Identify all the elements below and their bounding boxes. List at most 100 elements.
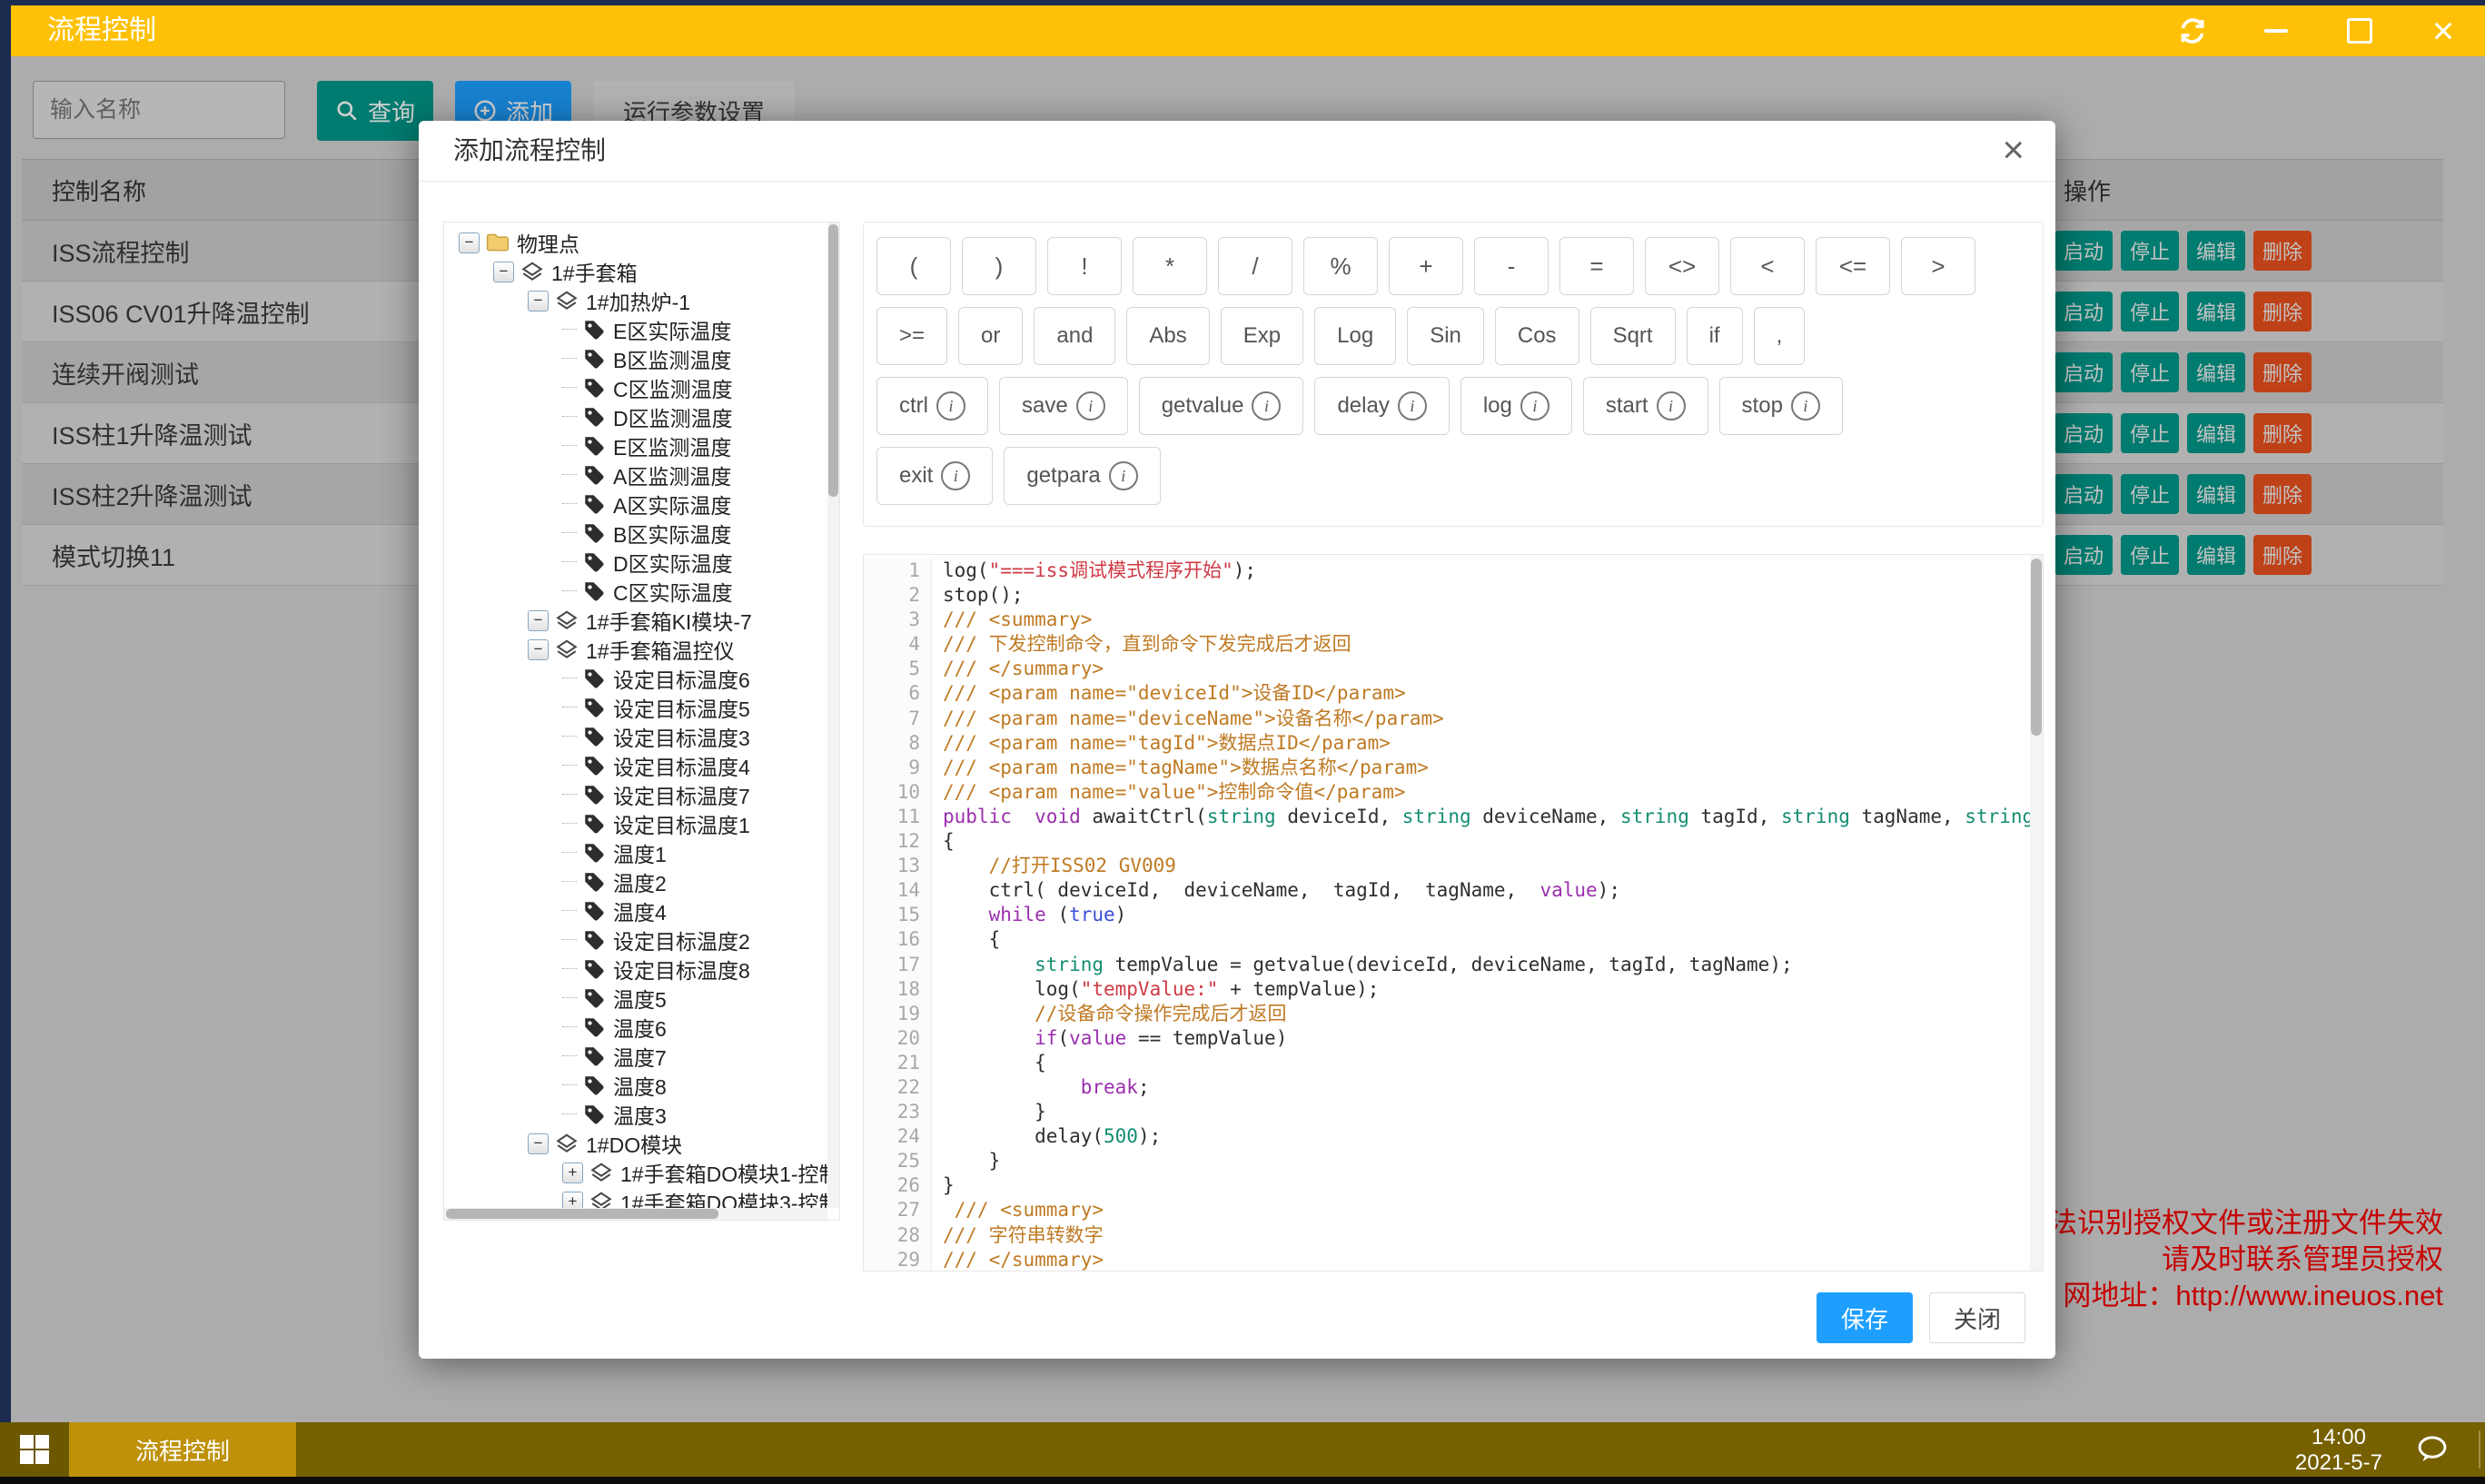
tree-node[interactable]: 设定目标温度3 [453,722,827,751]
row-start-button[interactable]: 启动 [2054,474,2113,514]
tree-node[interactable]: E区实际温度 [453,315,827,344]
tree-node[interactable]: +1#手套箱DO模块1-控制交 [453,1158,827,1187]
operator-button[interactable]: > [1901,237,1975,295]
operator-button[interactable]: savei [999,377,1128,435]
tree-node[interactable]: D区监测温度 [453,402,827,431]
operator-button[interactable]: logi [1460,377,1572,435]
collapse-icon[interactable]: − [493,262,514,282]
operator-button[interactable]: ) [962,237,1036,295]
operator-button[interactable]: getparai [1004,447,1160,505]
tree-node[interactable]: +1#手套箱DO模块3-控制电 [453,1187,827,1208]
scrollbar-thumb[interactable] [2031,559,2042,736]
row-edit-button[interactable]: 编辑 [2187,535,2245,575]
tree-node[interactable]: C区实际温度 [453,577,827,606]
tree-node[interactable]: A区监测温度 [453,460,827,490]
operator-button[interactable]: >= [876,307,947,365]
operator-button[interactable]: < [1730,237,1805,295]
operator-button[interactable]: Sin [1407,307,1484,365]
collapse-icon[interactable]: − [528,639,549,660]
collapse-icon[interactable]: − [528,1133,549,1154]
operator-button[interactable]: <= [1816,237,1890,295]
tree-vertical-scrollbar[interactable] [827,223,839,1208]
row-stop-button[interactable]: 停止 [2121,413,2179,453]
row-stop-button[interactable]: 停止 [2121,474,2179,514]
tree-node[interactable]: 设定目标温度8 [453,955,827,984]
dialog-close-icon[interactable]: × [2002,130,2025,170]
operator-button[interactable]: stopi [1719,377,1843,435]
query-button[interactable]: 查询 [317,81,433,141]
row-del-button[interactable]: 删除 [2253,535,2312,575]
row-stop-button[interactable]: 停止 [2121,292,2179,331]
operator-button[interactable]: delayi [1314,377,1449,435]
row-del-button[interactable]: 删除 [2253,474,2312,514]
row-start-button[interactable]: 启动 [2054,292,2113,331]
tree-node[interactable]: 设定目标温度4 [453,751,827,780]
operator-button[interactable]: , [1754,307,1806,365]
tree-node[interactable]: −1#手套箱温控仪 [453,635,827,664]
tree-horizontal-scrollbar[interactable] [444,1208,827,1220]
expand-icon[interactable]: + [562,1162,583,1183]
operator-button[interactable]: Abs [1126,307,1209,365]
save-button[interactable]: 保存 [1817,1292,1913,1343]
tree-node[interactable]: D区实际温度 [453,548,827,577]
operator-button[interactable]: if [1687,307,1743,365]
scrollbar-thumb[interactable] [828,224,838,497]
refresh-icon[interactable] [2174,13,2211,49]
operator-button[interactable]: = [1559,237,1634,295]
window-close-button[interactable]: × [2425,13,2461,49]
row-edit-button[interactable]: 编辑 [2187,413,2245,453]
operator-button[interactable]: * [1133,237,1207,295]
tree-node[interactable]: 温度7 [453,1042,827,1071]
operator-button[interactable]: ctrli [876,377,988,435]
tree-node[interactable]: C区监测温度 [453,373,827,402]
maximize-button[interactable] [2341,13,2378,49]
row-del-button[interactable]: 删除 [2253,231,2312,271]
operator-button[interactable]: / [1218,237,1292,295]
show-desktop-divider[interactable] [2479,1430,2480,1469]
tree-node[interactable]: 设定目标温度7 [453,780,827,809]
notification-bubble-icon[interactable] [2414,1433,2450,1470]
script-editor[interactable]: 1log("===iss调试模式程序开始");2stop();3/// <sum… [863,554,2044,1271]
row-del-button[interactable]: 删除 [2253,292,2312,331]
tree-node[interactable]: A区实际温度 [453,490,827,519]
expand-icon[interactable]: + [562,1192,583,1209]
row-del-button[interactable]: 删除 [2253,352,2312,392]
operator-button[interactable]: Exp [1221,307,1303,365]
row-edit-button[interactable]: 编辑 [2187,352,2245,392]
start-button[interactable] [0,1422,69,1477]
row-edit-button[interactable]: 编辑 [2187,231,2245,271]
operator-button[interactable]: Sqrt [1590,307,1676,365]
tree-node[interactable]: E区监测温度 [453,431,827,460]
row-edit-button[interactable]: 编辑 [2187,474,2245,514]
operator-button[interactable]: ! [1047,237,1122,295]
tree-node[interactable]: 温度1 [453,838,827,867]
tree-node[interactable]: −1#加热炉-1 [453,286,827,315]
collapse-icon[interactable]: − [528,610,549,631]
scrollbar-thumb[interactable] [446,1209,718,1219]
operator-button[interactable]: and [1034,307,1115,365]
operator-button[interactable]: getvaluei [1139,377,1304,435]
operator-button[interactable]: % [1303,237,1378,295]
collapse-icon[interactable]: − [459,232,480,253]
row-start-button[interactable]: 启动 [2054,231,2113,271]
operator-button[interactable]: - [1474,237,1549,295]
tree-node[interactable]: −1#手套箱KI模块-7 [453,606,827,635]
operator-button[interactable]: Cos [1495,307,1579,365]
close-button[interactable]: 关闭 [1929,1292,2025,1343]
tree-node[interactable]: 温度4 [453,896,827,925]
search-input[interactable] [33,81,285,139]
tree-node[interactable]: −1#手套箱 [453,257,827,286]
tree-node[interactable]: 温度3 [453,1100,827,1129]
operator-button[interactable]: or [958,307,1023,365]
tree-node[interactable]: −物理点 [453,228,827,257]
tree-node[interactable]: 温度2 [453,867,827,896]
row-start-button[interactable]: 启动 [2054,352,2113,392]
row-del-button[interactable]: 删除 [2253,413,2312,453]
collapse-icon[interactable]: − [528,291,549,312]
tree-node[interactable]: 设定目标温度2 [453,925,827,955]
tree-node[interactable]: 温度8 [453,1071,827,1100]
operator-button[interactable]: exiti [876,447,993,505]
row-edit-button[interactable]: 编辑 [2187,292,2245,331]
operator-button[interactable]: + [1389,237,1463,295]
tree-node[interactable]: B区实际温度 [453,519,827,548]
